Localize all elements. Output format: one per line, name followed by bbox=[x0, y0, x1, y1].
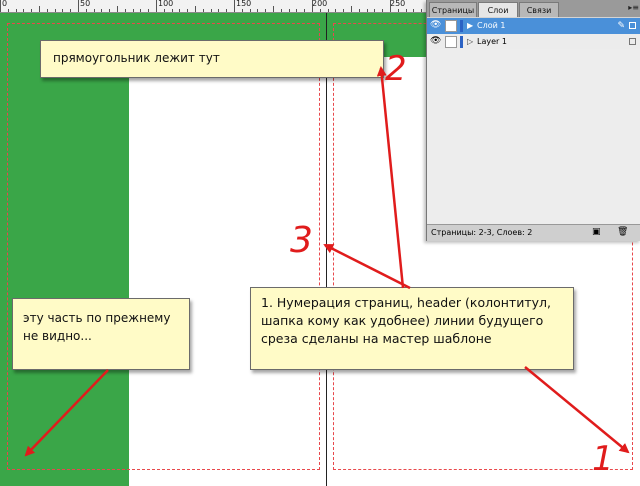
ruler-tick bbox=[413, 9, 414, 12]
ruler-tick bbox=[101, 9, 102, 12]
pen-icon: ✎ bbox=[617, 21, 625, 31]
layers-panel: Страницы Слои Связи ▸≡ 👁 ▶ Слой 1 ✎ 👁 ▷ … bbox=[426, 0, 640, 241]
ruler-tick bbox=[265, 9, 266, 12]
new-layer-icon[interactable]: ▣ bbox=[592, 228, 601, 237]
callout-master-line1: 1. Нумерация страниц, header (колонтитул… bbox=[261, 295, 551, 310]
ruler-tick bbox=[55, 9, 56, 12]
eye-icon[interactable]: 👁 bbox=[430, 20, 441, 31]
ruler-tick bbox=[421, 9, 422, 12]
callout-master-line3: среза сделаны на мастер шаблоне bbox=[261, 331, 492, 346]
layer-row-sloy-1[interactable]: 👁 ▶ Слой 1 ✎ bbox=[427, 18, 640, 35]
ruler-tick bbox=[382, 9, 383, 12]
ruler-label-100: 100 bbox=[158, 0, 174, 8]
ruler-tick bbox=[133, 9, 134, 12]
ruler-tick bbox=[273, 6, 274, 12]
layer-name[interactable]: Layer 1 bbox=[477, 34, 507, 50]
status-text: Страницы: 2-3, Слоев: 2 bbox=[431, 228, 533, 237]
callout-rectangle-here-text: прямоугольник лежит тут bbox=[53, 51, 220, 65]
ruler-tick bbox=[343, 9, 344, 12]
ruler-tick bbox=[359, 9, 360, 12]
ruler-tick bbox=[156, 0, 157, 12]
ruler-tick bbox=[94, 9, 95, 12]
ruler-tick bbox=[0, 0, 1, 12]
callout-not-visible: эту часть по прежнему не видно... bbox=[12, 298, 190, 370]
ruler-tick bbox=[226, 9, 227, 12]
tab-links[interactable]: Связи bbox=[519, 2, 559, 17]
ruler-tick bbox=[335, 9, 336, 12]
ruler-tick bbox=[62, 9, 63, 12]
ruler-tick bbox=[398, 9, 399, 12]
tab-pages[interactable]: Страницы bbox=[429, 2, 477, 17]
ruler-tick bbox=[320, 9, 321, 12]
ruler-tick bbox=[281, 9, 282, 12]
ruler-tick bbox=[125, 9, 126, 12]
panel-status-bar: Страницы: 2-3, Слоев: 2 ▣ 🗑 bbox=[427, 224, 640, 241]
ruler-tick bbox=[164, 9, 165, 12]
ruler-tick bbox=[117, 6, 118, 12]
lock-toggle-icon[interactable] bbox=[445, 20, 457, 32]
ruler-tick bbox=[86, 9, 87, 12]
callout-master-line2: шапка кому как удобнее) линии будущего bbox=[261, 313, 544, 328]
ruler-tick bbox=[203, 9, 204, 12]
ruler-tick bbox=[304, 9, 305, 12]
ruler-tick bbox=[16, 9, 17, 12]
ruler-tick bbox=[250, 9, 251, 12]
eye-icon[interactable]: 👁 bbox=[430, 36, 441, 47]
ruler-tick bbox=[211, 9, 212, 12]
ruler-tick bbox=[289, 9, 290, 12]
ruler-tick bbox=[187, 9, 188, 12]
ruler-tick bbox=[23, 9, 24, 12]
left-page-bleed-guide bbox=[7, 23, 320, 470]
ruler-tick bbox=[47, 9, 48, 12]
panel-menu-icon[interactable]: ▸≡ bbox=[628, 3, 639, 12]
ruler-tick bbox=[296, 9, 297, 12]
page-spine bbox=[326, 13, 327, 486]
ruler-label-150: 150 bbox=[236, 0, 252, 8]
ruler-tick bbox=[31, 9, 32, 12]
callout-not-visible-line1: эту часть по прежнему bbox=[23, 311, 171, 325]
ruler-tick bbox=[218, 9, 219, 12]
ruler-tick bbox=[39, 6, 40, 12]
callout-rectangle-here: прямоугольник лежит тут bbox=[40, 40, 384, 78]
tab-layers[interactable]: Слои bbox=[478, 2, 518, 17]
expand-triangle-icon[interactable]: ▷ bbox=[467, 34, 473, 50]
ruler-tick bbox=[312, 0, 313, 12]
layer-color-swatch bbox=[460, 20, 463, 32]
ruler-tick bbox=[172, 9, 173, 12]
ruler-tick bbox=[374, 9, 375, 12]
ruler-tick bbox=[390, 0, 391, 12]
lock-toggle-icon[interactable] bbox=[445, 36, 457, 48]
ruler-tick bbox=[234, 0, 235, 12]
panel-tabs: Страницы Слои Связи ▸≡ bbox=[427, 0, 640, 17]
ruler-tick bbox=[140, 9, 141, 12]
layer-color-swatch bbox=[460, 36, 463, 48]
ruler-tick bbox=[351, 6, 352, 12]
ruler-tick bbox=[179, 9, 180, 12]
ruler-tick bbox=[195, 6, 196, 12]
callout-master-page: 1. Нумерация страниц, header (колонтитул… bbox=[250, 287, 574, 370]
ruler-tick bbox=[242, 9, 243, 12]
selection-square-icon[interactable] bbox=[629, 38, 636, 45]
ruler-tick bbox=[70, 9, 71, 12]
ruler-tick bbox=[257, 9, 258, 12]
ruler-tick bbox=[8, 9, 9, 12]
ruler-tick bbox=[78, 0, 79, 12]
trash-icon[interactable]: 🗑 bbox=[617, 228, 628, 237]
ruler-label-250: 250 bbox=[390, 0, 406, 8]
expand-triangle-icon[interactable]: ▶ bbox=[467, 18, 473, 34]
ruler-tick bbox=[406, 9, 407, 12]
ruler-label-200: 200 bbox=[312, 0, 328, 8]
ruler-tick bbox=[367, 9, 368, 12]
ruler-tick bbox=[328, 9, 329, 12]
layer-name[interactable]: Слой 1 bbox=[477, 18, 505, 34]
layers-list-empty-area[interactable] bbox=[427, 49, 640, 225]
ruler-label-0: 0 bbox=[2, 0, 8, 8]
selection-square-icon[interactable] bbox=[629, 22, 636, 29]
callout-not-visible-line2: не видно... bbox=[23, 329, 92, 343]
ruler-tick bbox=[148, 9, 149, 12]
ruler-label-50: 50 bbox=[80, 0, 91, 8]
ruler-tick bbox=[109, 9, 110, 12]
